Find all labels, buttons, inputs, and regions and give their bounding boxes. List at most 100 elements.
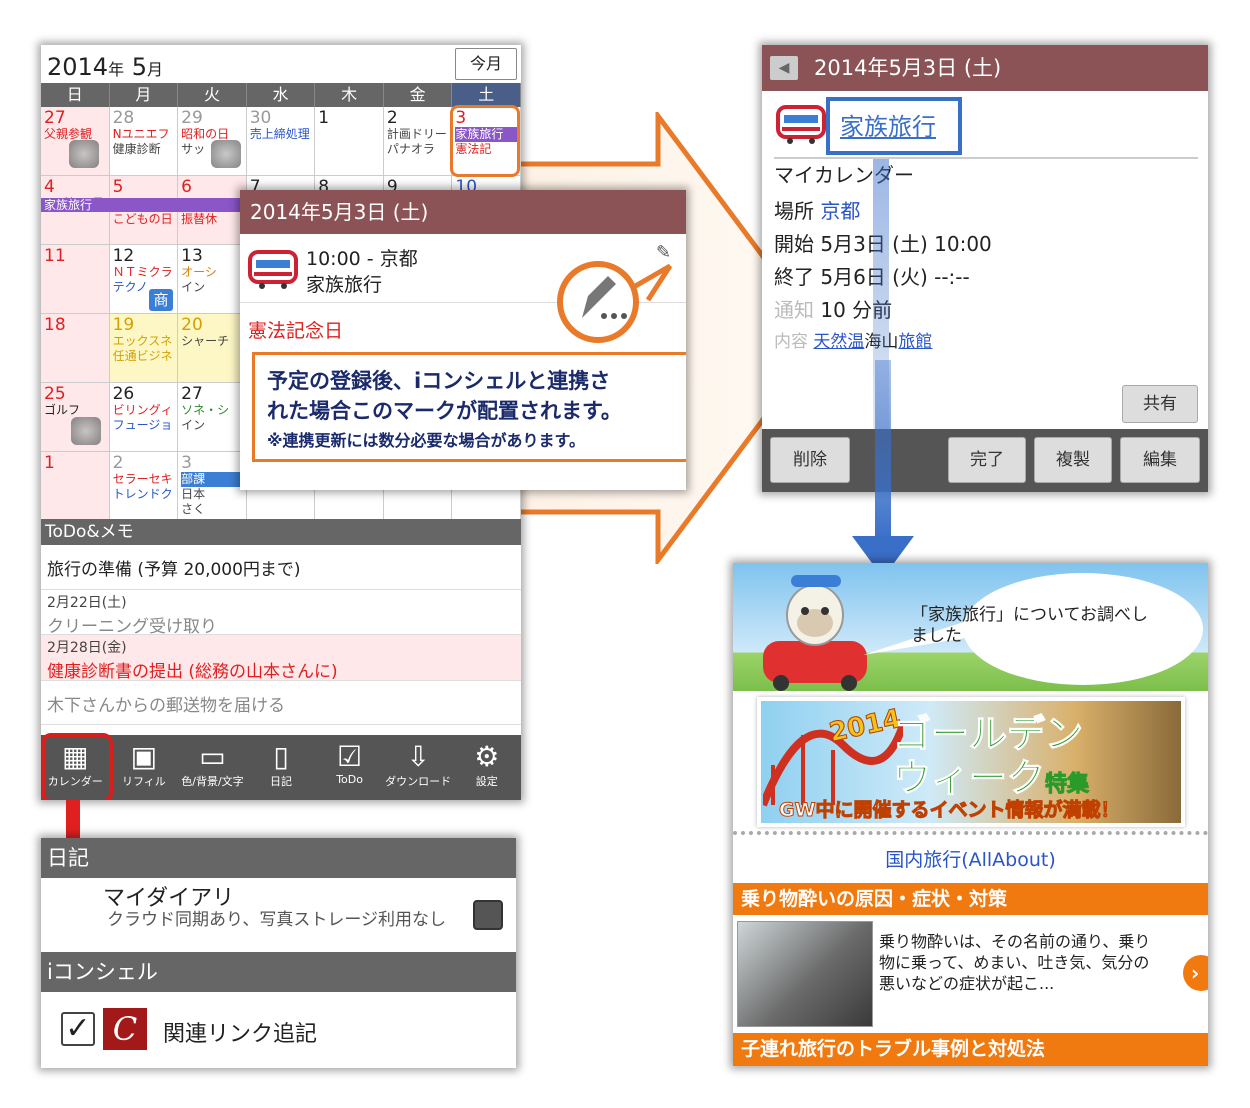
todo-date: 2月22日(土) bbox=[47, 595, 127, 611]
refill-icon: ▣ bbox=[130, 740, 158, 773]
todo-date: 2月28日(金) bbox=[47, 640, 127, 656]
day-event: ゴルフ bbox=[44, 403, 81, 417]
day-cell[interactable]: 28 Nユニエフ 健康診断 bbox=[109, 107, 179, 176]
day-cell[interactable]: 2 セラーセキ トレンドク bbox=[109, 452, 179, 521]
toolbar-check-button[interactable]: ☑ ToDo bbox=[315, 735, 384, 800]
iconcier-section-header: iコンシェル bbox=[41, 952, 516, 992]
weekday-header: 日月火水木金土 bbox=[41, 83, 521, 107]
day-event: Nユニエフ bbox=[112, 127, 170, 141]
display-icon: ▭ bbox=[199, 740, 226, 773]
blue-arrow-shaft bbox=[875, 360, 891, 540]
day-event: 売上締処理 bbox=[249, 127, 310, 141]
diary-section-header: 日記 bbox=[41, 838, 516, 878]
day-number: 6 bbox=[181, 177, 192, 197]
related-link-label: 関連リンク追記 bbox=[163, 1022, 318, 1047]
my-diary-checkbox[interactable] bbox=[473, 900, 503, 930]
popup-title: 2014年5月3日 (土) bbox=[240, 190, 686, 234]
todo-text: クリーニング受け取り bbox=[47, 617, 217, 637]
end-row: 終了 5月6日 (火) --:-- bbox=[774, 265, 970, 289]
sticker-icon bbox=[211, 140, 241, 168]
gw-banner[interactable]: 2014 ゴールデン ウィーク特集 GW中に開催するイベント情報が満載！ bbox=[733, 691, 1208, 831]
toolbar-label: ダウンロード bbox=[385, 775, 452, 788]
event-title-link[interactable]: 家族旅行 bbox=[826, 97, 962, 155]
day-number: 27 bbox=[181, 384, 203, 404]
day-event: 計画ドリー bbox=[386, 127, 447, 141]
week-row: 27 父親参観 28 Nユニエフ 健康診断 29 昭和の日 サッ 30 売上締処理 1 2 計画ドリーパ… bbox=[41, 107, 521, 176]
selected-day-highlight[interactable] bbox=[450, 105, 520, 177]
day-event: 部課 bbox=[181, 472, 243, 487]
share-button[interactable]: 共有 bbox=[1122, 385, 1198, 423]
this-month-button[interactable]: 今月 bbox=[455, 48, 517, 80]
day-number: 2 bbox=[112, 453, 124, 473]
related-link-checkbox[interactable]: ✓ bbox=[61, 1012, 95, 1046]
weekday-5: 金 bbox=[384, 83, 453, 107]
day-event: パナオラ bbox=[386, 142, 435, 156]
day-event: さく bbox=[181, 502, 206, 516]
day-number: 12 bbox=[112, 246, 135, 266]
callout-line-2: れた場合このマークが配置されます。 bbox=[267, 399, 622, 423]
event-title[interactable]: 家族旅行 bbox=[306, 270, 382, 297]
day-cell[interactable]: 30 売上締処理 bbox=[246, 107, 316, 176]
day-cell[interactable]: 3 部課 日本 さく bbox=[178, 452, 247, 521]
bottom-toolbar: ▦ カレンダー ▣ リフィル ▭ 色/背景/文字 ▯ 日記 ☑ ToDo ⇩ ダウンロード ⚙ 設定 bbox=[41, 735, 521, 800]
day-number: 29 bbox=[181, 108, 203, 128]
next-arrow-icon[interactable]: › bbox=[1183, 955, 1208, 991]
day-event: オーシ bbox=[181, 265, 217, 279]
place-link[interactable]: 京都 bbox=[820, 199, 860, 223]
day-number: 3 bbox=[181, 453, 192, 473]
day-number: 30 bbox=[249, 108, 272, 128]
day-number: 18 bbox=[44, 315, 66, 335]
back-icon[interactable]: ◀ bbox=[770, 56, 798, 80]
day-event: 振替休 bbox=[181, 212, 218, 226]
search-result-screen: 「家族旅行」についてお調べしました 2014 ゴールデン ウィーク特集 GW中に… bbox=[733, 563, 1208, 1066]
todo-item[interactable]: 2月22日(土) クリーニング受け取り bbox=[41, 590, 521, 637]
day-cell[interactable]: 11 bbox=[41, 245, 110, 314]
copy-button[interactable]: 複製 bbox=[1034, 437, 1112, 483]
article-2-title[interactable]: 子連れ旅行のトラブル事例と対処法 bbox=[733, 1033, 1208, 1066]
day-number: 5 bbox=[112, 177, 124, 197]
article-1-thumbnail[interactable] bbox=[737, 921, 873, 1027]
day-cell[interactable]: 26 ビリングィ フュージョ bbox=[109, 383, 179, 452]
callout-note: ※連携更新には数分必要な場合があります。 bbox=[267, 431, 585, 450]
day-cell[interactable]: 20 シャーチ bbox=[178, 314, 247, 383]
todo-text: 健康診断書の提出 (総務の山本さんに) bbox=[47, 662, 338, 682]
day-event: イン bbox=[181, 280, 206, 294]
day-event: エックスネ bbox=[112, 334, 173, 348]
place-row: 場所 京都 bbox=[774, 199, 861, 223]
my-diary-title: マイダイアリ bbox=[103, 886, 235, 911]
todo-item[interactable]: 木下さんからの郵送物を届ける bbox=[41, 681, 521, 725]
day-cell[interactable]: 19 エックスネ 任通ビジネ bbox=[109, 314, 179, 383]
check-icon: ☑ bbox=[337, 740, 363, 773]
toolbar-gear-button[interactable]: ⚙ 設定 bbox=[452, 735, 521, 800]
toolbar-download-button[interactable]: ⇩ ダウンロード bbox=[384, 735, 453, 800]
download-icon: ⇩ bbox=[406, 740, 430, 773]
toolbar-diary-button[interactable]: ▯ 日記 bbox=[247, 735, 316, 800]
todo-item[interactable]: 2月28日(金) 健康診断書の提出 (総務の山本さんに) bbox=[41, 635, 521, 682]
day-event: イン bbox=[181, 418, 206, 432]
day-number: 26 bbox=[112, 384, 135, 404]
done-button[interactable]: 完了 bbox=[948, 437, 1026, 483]
edit-button[interactable]: 編集 bbox=[1120, 437, 1200, 483]
day-cell[interactable]: 1 bbox=[41, 452, 110, 521]
day-number: 13 bbox=[181, 246, 203, 266]
article-1-title[interactable]: 乗り物酔いの原因・症状・対策 bbox=[733, 883, 1208, 915]
todo-item[interactable]: 旅行の準備 (予算 20,000円まで) bbox=[41, 545, 521, 590]
toolbar-display-button[interactable]: ▭ 色/背景/文字 bbox=[178, 735, 247, 800]
day-cell[interactable]: 27 ソネ・シ イン bbox=[178, 383, 247, 452]
day-number: 19 bbox=[112, 315, 135, 335]
day-number: 28 bbox=[112, 108, 135, 128]
holiday-label: 憲法記念日 bbox=[248, 320, 344, 342]
day-cell[interactable]: 2 計画ドリー パナオラ bbox=[383, 107, 453, 176]
article-1-body: 乗り物酔いは、その名前の通り、乗り物に乗って、めまい、吐き気、気分の悪いなどの症… bbox=[879, 932, 1151, 993]
day-cell[interactable]: 18 bbox=[41, 314, 110, 383]
day-event: 任通ビジネ bbox=[112, 349, 173, 363]
callout-box: 予定の登録後、iコンシェルと連携さ れた場合このマークが配置されます。 ※連携更… bbox=[252, 352, 686, 462]
day-cell[interactable]: 1 bbox=[315, 107, 384, 176]
business-badge: 商 bbox=[149, 289, 173, 311]
delete-button[interactable]: 削除 bbox=[770, 437, 850, 483]
callout-line-1: 予定の登録後、iコンシェルと連携さ bbox=[267, 369, 611, 393]
toolbar-label: リフィル bbox=[121, 775, 166, 788]
content-row: 内容 天然温海山旅館 bbox=[774, 332, 933, 352]
day-cell[interactable]: 13 オーシ イン bbox=[178, 245, 247, 314]
toolbar-refill-button[interactable]: ▣ リフィル bbox=[110, 735, 179, 800]
